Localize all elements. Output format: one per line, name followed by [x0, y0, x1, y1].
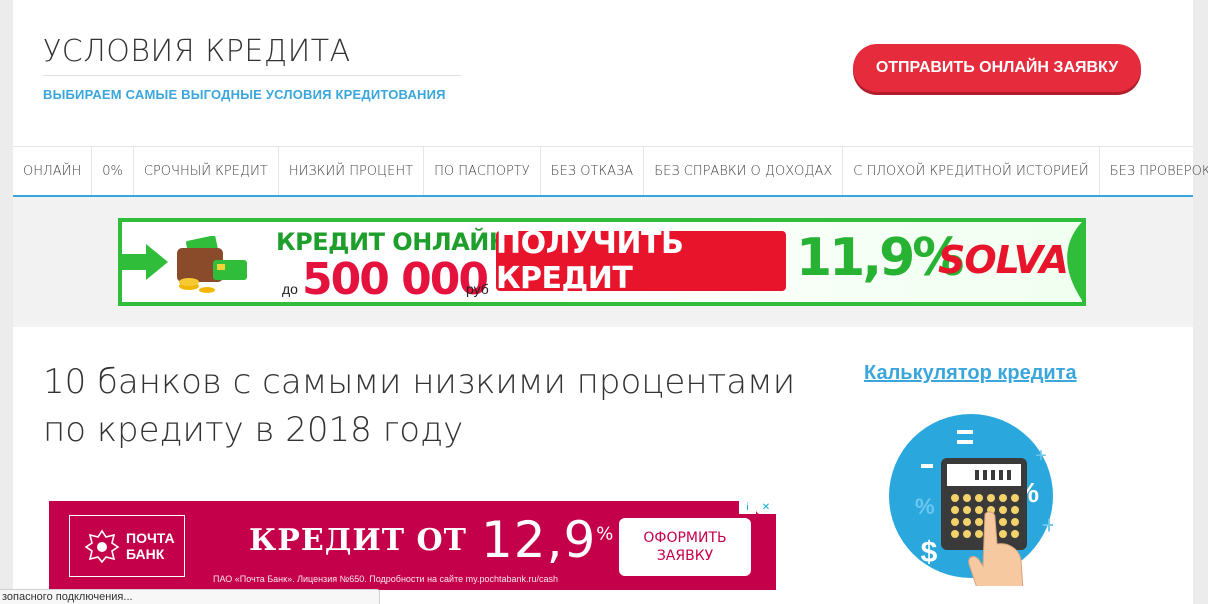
ad-close-icon[interactable]: ✕ [756, 501, 776, 514]
ad-rate-percent: % [596, 523, 615, 545]
main-nav: ОНЛАЙН 0% СРОЧНЫЙ КРЕДИТ НИЗКИЙ ПРОЦЕНТ … [13, 146, 1208, 198]
calculator-illustration-icon: % % $ + + [889, 414, 1053, 604]
banner-headline: КРЕДИТ ОНЛАЙН [276, 228, 509, 256]
arrow-right-icon [122, 244, 168, 280]
nav-item-no-checks[interactable]: БЕЗ ПРОВЕРОК [1100, 147, 1208, 195]
svg-text:$: $ [921, 536, 938, 569]
wallet-icon [177, 236, 247, 293]
bank-logo-text: ПОЧТА БАНК [126, 530, 175, 562]
submit-application-button[interactable]: ОТПРАВИТЬ ОНЛАЙН ЗАЯВКУ [853, 44, 1141, 92]
nav-item-zero-percent[interactable]: 0% [92, 147, 134, 195]
bank-emblem-icon [84, 529, 120, 563]
credit-calculator-link[interactable]: Калькулятор кредита [864, 362, 1077, 385]
ad-headline-text: КРЕДИТ ОТ [249, 523, 467, 558]
svg-text:%: % [915, 494, 935, 519]
ad-rate: 12,9% [481, 511, 614, 569]
banner-rate: 11,9% [796, 228, 964, 288]
nav-item-no-income-proof[interactable]: БЕЗ СПРАВКИ О ДОХОДАХ [644, 147, 844, 195]
get-credit-button[interactable]: ПОЛУЧИТЬ КРЕДИТ [496, 226, 786, 296]
nav-item-by-passport[interactable]: ПО ПАСПОРТУ [424, 147, 541, 195]
ad-headline: КРЕДИТ ОТ 12,9% [249, 511, 614, 569]
page: УСЛОВИЯ КРЕДИТА ВЫБИРАЕМ САМЫЕ ВЫГОДНЫЕ … [13, 0, 1208, 604]
nav-item-urgent-credit[interactable]: СРОЧНЫЙ КРЕДИТ [134, 147, 279, 195]
ad-info-icon[interactable]: i [739, 501, 756, 514]
credit-online-banner[interactable]: КРЕДИТ ОНЛАЙН до 500 000 руб ПОЛУЧИТЬ КР… [118, 218, 1086, 306]
nav-item-low-rate[interactable]: НИЗКИЙ ПРОЦЕНТ [279, 147, 425, 195]
svg-text:+: + [1035, 445, 1047, 467]
nav-item-bad-credit-history[interactable]: С ПЛОХОЙ КРЕДИТНОЙ ИСТОРИЕЙ [843, 147, 1100, 195]
ad-rate-value: 12,9 [480, 511, 597, 569]
banner-amount-prefix: до [282, 281, 298, 297]
ad-legal-text: ПАО «Почта Банк». Лицензия №650. Подробн… [213, 574, 558, 584]
banner-currency: руб [466, 281, 489, 297]
nav-item-no-refusal[interactable]: БЕЗ ОТКАЗА [541, 147, 645, 195]
nav-item-online[interactable]: ОНЛАЙН [13, 147, 93, 195]
article-title: 10 банков с самыми низкими процентами по… [43, 362, 796, 450]
brand-logo: SOLVA [938, 238, 1069, 282]
site-tagline: ВЫБИРАЕМ САМЫЕ ВЫГОДНЫЕ УСЛОВИЯ КРЕДИТОВ… [43, 87, 446, 102]
browser-status-bar: зопасного подключения... [0, 589, 380, 604]
title-divider [43, 75, 461, 76]
svg-text:+: + [1041, 510, 1053, 540]
bank-logo: ПОЧТА БАНК [69, 515, 185, 577]
leaf-decoration-icon [1067, 218, 1086, 306]
pochta-bank-ad[interactable]: ПОЧТА БАНК КРЕДИТ ОТ 12,9% ПАО «Почта Ба… [49, 501, 776, 590]
apply-button[interactable]: ОФОРМИТЬ ЗАЯВКУ [619, 518, 751, 576]
banner-amount: 500 000 [302, 254, 489, 305]
site-title[interactable]: УСЛОВИЯ КРЕДИТА [43, 34, 351, 69]
